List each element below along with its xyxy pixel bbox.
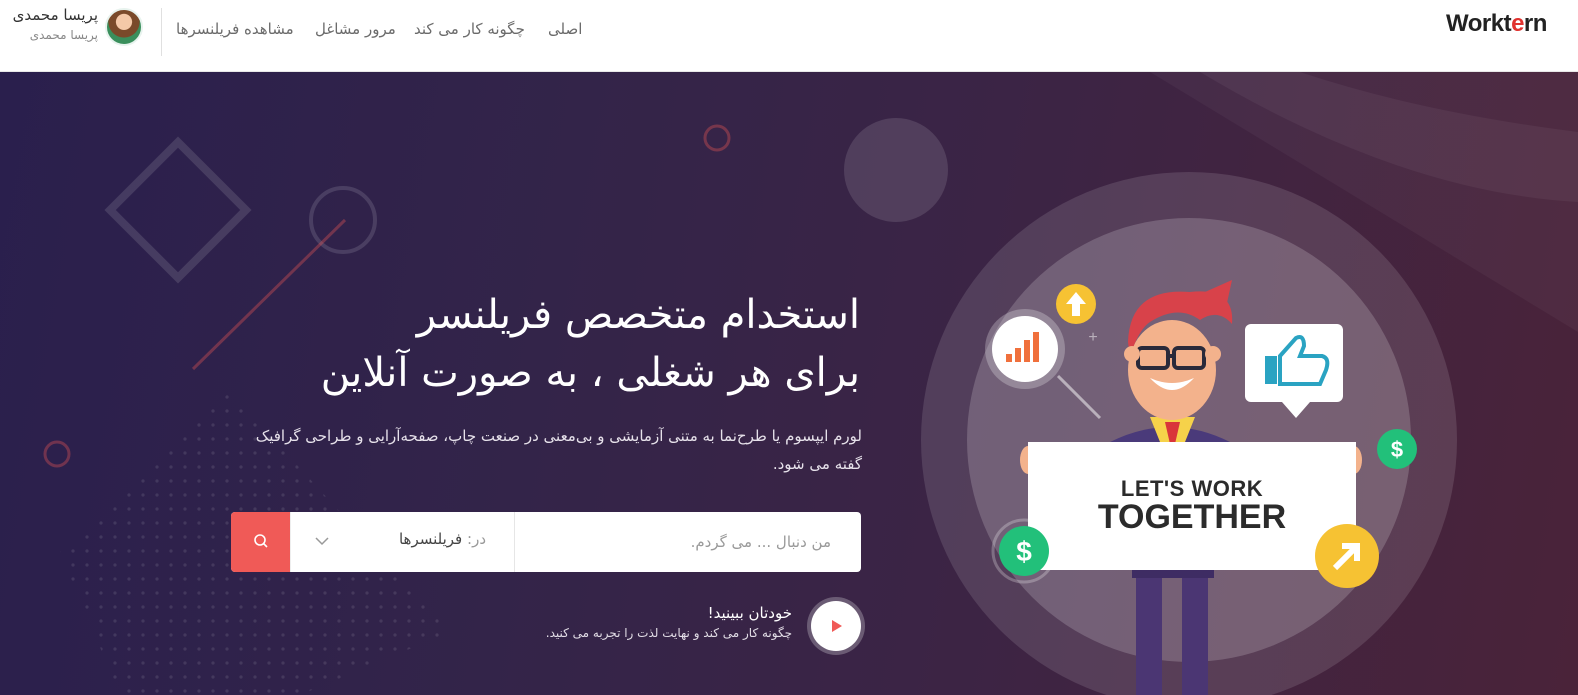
user-subtitle: پریسا محمدی	[29, 28, 98, 42]
hero-subtext: لورم ایپسوم یا طرح‌نما به متنی آزمایشی و…	[255, 427, 862, 473]
user-avatar[interactable]	[105, 8, 143, 46]
user-name[interactable]: پریسا محمدی	[8, 6, 98, 24]
nav-view-freelancers[interactable]: مشاهده فریلنسرها	[176, 18, 294, 40]
sign-line2: TOGETHER	[1097, 498, 1287, 536]
category-prefix: در:	[467, 530, 486, 548]
category-label: در: فریلنسرها	[399, 530, 486, 548]
logo-text-tail: rn	[1523, 10, 1548, 37]
search-button[interactable]	[231, 512, 290, 572]
nav-browse-jobs[interactable]: مرور مشاغل	[315, 18, 396, 40]
top-navbar: Worktern اصلی چگونه کار می کند مرور مشاغ…	[0, 0, 1578, 72]
play-icon	[832, 620, 842, 632]
chevron-down-icon	[315, 537, 329, 546]
category-value: فریلنسرها	[398, 530, 463, 548]
video-subtitle: چگونه کار می کند و نهایت لذت را تجربه می…	[545, 626, 792, 640]
nav-how-it-works[interactable]: چگونه کار می کند	[414, 18, 525, 40]
hero-headline: استخدام متخصص فریلنسر برای هر شغلی ، به …	[180, 286, 860, 402]
svg-text:$: $	[1016, 536, 1032, 567]
logo-text-main: Workt	[1446, 10, 1512, 37]
search-icon	[253, 534, 268, 548]
nav-home[interactable]: اصلی	[548, 18, 582, 40]
logo-text-accent: e	[1511, 10, 1524, 37]
svg-text:+: +	[1088, 329, 1097, 346]
video-title[interactable]: خودتان ببینید!	[560, 604, 792, 622]
svg-text:$: $	[1391, 437, 1403, 462]
header-divider	[161, 8, 162, 56]
site-logo[interactable]: Worktern	[1446, 10, 1547, 38]
category-select[interactable]: در: فریلنسرها	[290, 512, 514, 572]
play-video-button[interactable]	[811, 601, 861, 651]
search-bar: در: فریلنسرها	[231, 512, 861, 572]
hero-headline-line1: استخدام متخصص فریلنسر	[416, 292, 860, 338]
hero-headline-line2: برای هر شغلی ، به صورت آنلاین	[320, 350, 860, 396]
search-input[interactable]	[514, 512, 861, 572]
hero-section: $ $ + LET'S WORK TOGETHER استخدام متخصص …	[0, 72, 1578, 695]
